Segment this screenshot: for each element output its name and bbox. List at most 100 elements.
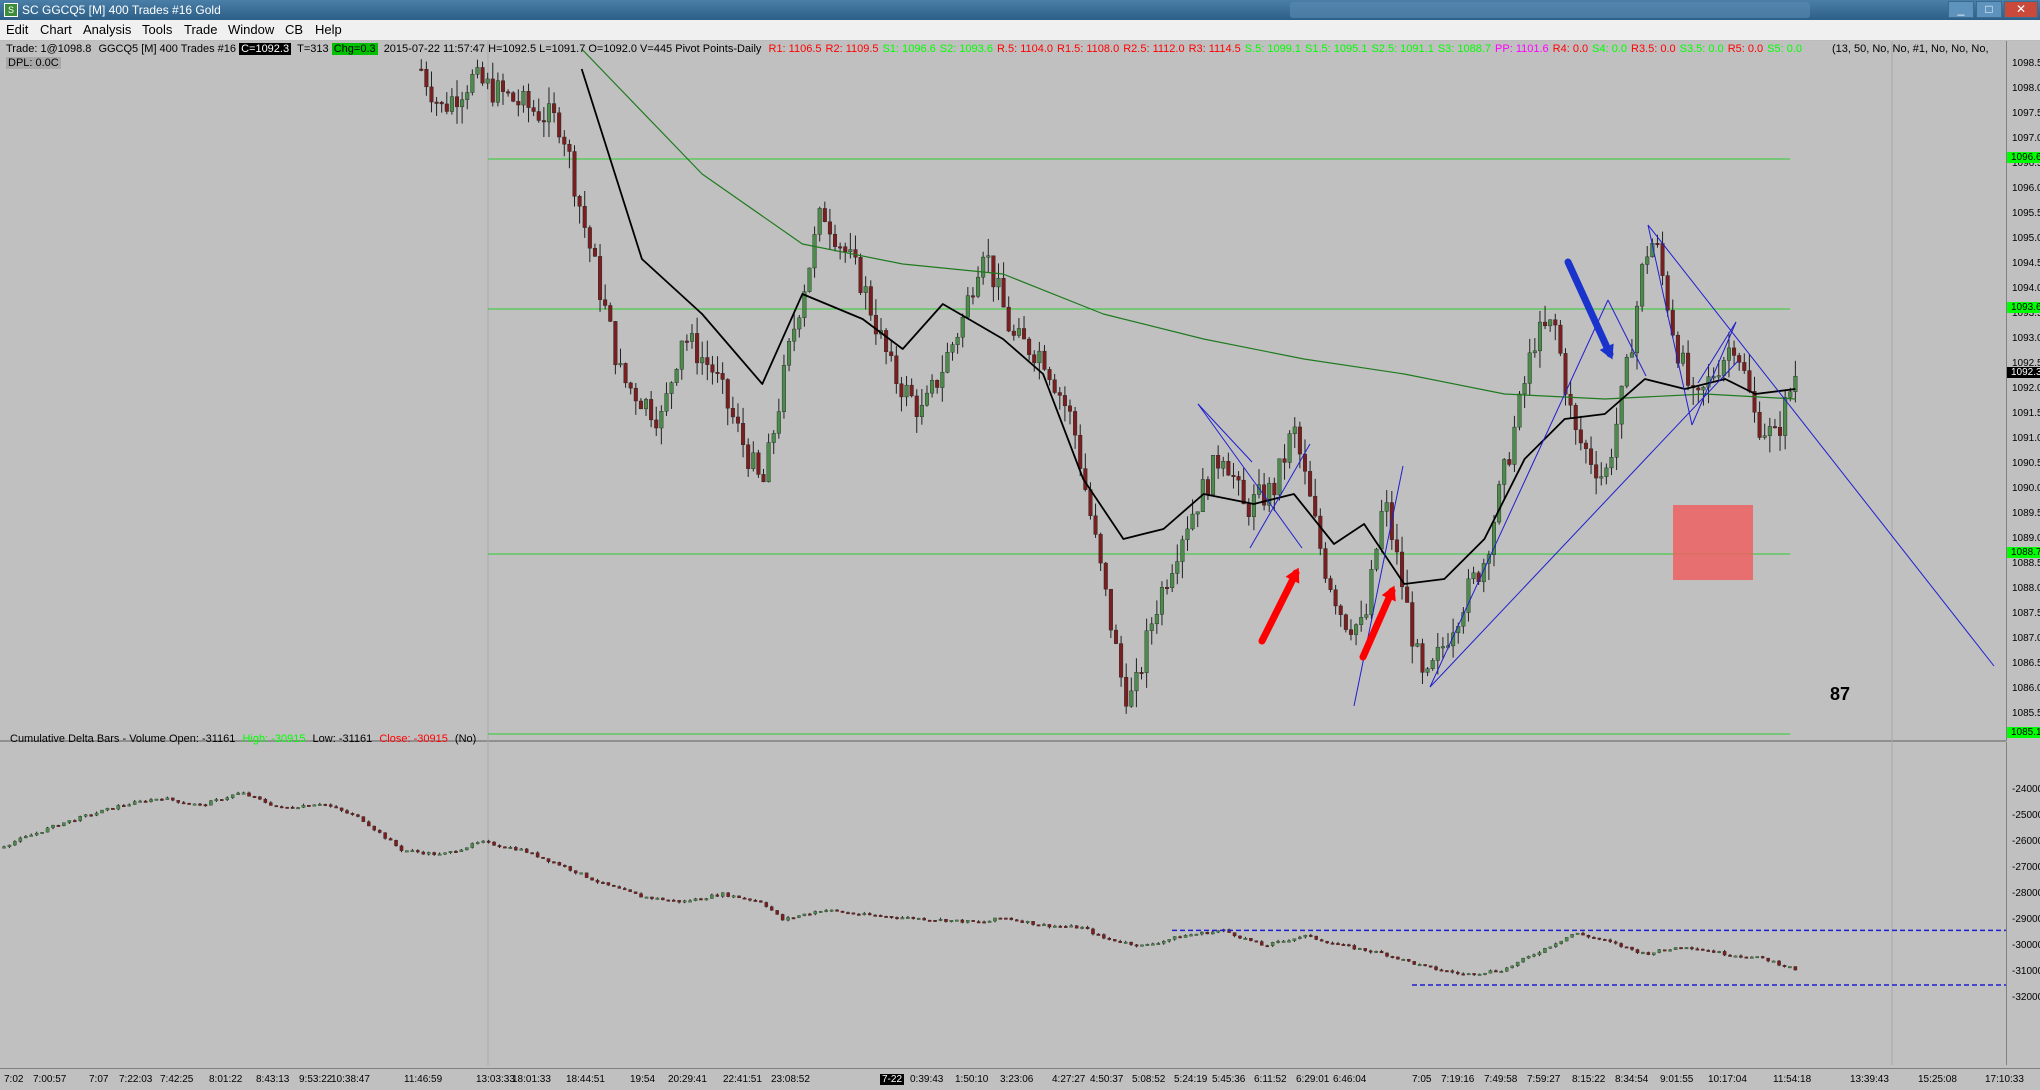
candle-body [1425,668,1430,673]
delta-bar-body [187,802,191,805]
candle-body [1211,455,1216,496]
menu-help[interactable]: Help [315,22,342,37]
delta-bar-body [1505,967,1509,972]
candle-body [1318,515,1323,549]
candle-body [526,91,531,108]
candle-body [623,363,628,384]
candle-body [541,120,546,123]
delta-high: High: -30915 [242,733,306,745]
delta-bar-body [862,913,867,916]
delta-bar-body [1526,956,1531,959]
delta-bar-body [971,920,975,922]
candle-body [1277,458,1282,496]
delta-bar-body [1249,938,1253,941]
price-axis[interactable]: 1098.5 1098.0 1097.5 1097.0 1096.5 1096.0 1095… [2006,41,2040,741]
maximize-button[interactable]: □ [1976,1,2002,18]
delta-bar-body [1456,972,1460,974]
minimize-button[interactable]: _ [1948,1,1974,18]
candle-body [1124,676,1129,707]
menu-window[interactable]: Window [228,22,274,37]
chart-area[interactable]: 87 [0,41,2006,1068]
delta-bar-body [808,913,812,916]
candle-body [1119,643,1124,678]
delta-bar-body [742,897,747,900]
price-chart-svg[interactable]: 87 [0,41,2006,1068]
delta-bar-body [1053,925,1057,928]
delta-label: -30000 [2012,940,2040,951]
delta-bar-body [1711,950,1716,953]
delta-bar-body [78,816,82,821]
delta-bar-body [737,895,741,899]
candle-body [1757,411,1762,438]
candle-body [991,255,996,288]
delta-bar-body [1537,952,1542,955]
menu-cb[interactable]: CB [285,22,303,37]
menu-analysis[interactable]: Analysis [83,22,131,37]
candle-body [419,68,424,71]
candle-body [1016,328,1021,336]
price-label: 1089.0 [2012,533,2040,544]
delta-bar-body [1031,921,1035,925]
menu-chart[interactable]: Chart [40,22,72,37]
candle-body [1057,392,1062,396]
delta-bar-body [426,852,431,855]
candle-body [654,419,659,429]
time-label: 7:49:58 [1484,1074,1518,1085]
delta-bar-body [726,892,730,897]
close-button[interactable]: ✕ [2004,1,2038,18]
pivot-level-1: R2: 1109.5 [825,43,879,55]
time-label: 7:07 [89,1074,109,1085]
candle-body [1783,397,1788,436]
delta-bar-body [1690,947,1694,950]
delta-bar-body [606,882,611,886]
menu-tools[interactable]: Tools [142,22,172,37]
delta-bar-body [24,836,28,839]
menu-edit[interactable]: Edit [6,22,28,37]
delta-bar-body [334,806,338,809]
candle-body [460,99,465,108]
delta-bar-body [1004,917,1008,920]
delta-bar-body [519,848,524,851]
time-label: 13:03:33 [476,1074,515,1085]
delta-bar-body [1488,970,1493,974]
time-axis[interactable]: 7:02 7:00:57 7:07 7:22:03 7:42:25 8:01:22 8:43… [0,1068,2040,1090]
candle-body [429,86,434,103]
candle-body [500,80,505,92]
candle-body [858,257,863,293]
price-label: 1091.0 [2012,433,2040,444]
delta-bar-body [824,910,828,912]
candle-body [1302,453,1307,472]
price-label: 1096.0 [2012,183,2040,194]
menu-trade[interactable]: Trade [184,22,217,37]
candle-body [1665,275,1670,311]
delta-bar-body [595,880,600,883]
candle-body [720,373,725,380]
candle-body [613,321,618,366]
delta-bar-body [1238,935,1242,939]
time-label: 13:39:43 [1850,1074,1889,1085]
candle-body [1543,321,1548,327]
candle-body [868,286,873,316]
candle-body [1512,426,1517,465]
delta-bar-body [1211,931,1215,935]
candle-body [1348,629,1353,635]
red-arrow-1 [1258,567,1300,645]
delta-bar-body [813,911,818,915]
delta-bar-body [982,921,986,924]
candle-body [838,246,843,249]
candle-body [521,91,526,106]
delta-bar-body [1401,958,1406,961]
price-label: 1087.0 [2012,633,2040,644]
time-label: 6:11:52 [1254,1074,1287,1085]
delta-bar-body [214,799,219,802]
delta-bar-body [1592,937,1596,939]
taskbar-tabs[interactable] [1290,2,1810,18]
candle-body [771,433,776,443]
delta-bar-body [62,822,66,826]
delta-bar-body [1134,944,1139,947]
candle-body [1180,539,1185,562]
delta-bar-body [220,799,224,802]
delta-bar-body [1096,933,1101,936]
delta-axis[interactable]: -24000 -25000 -26000 -27000 -28000 -29000 -300… [2006,742,2040,1065]
candle-body [587,227,592,249]
